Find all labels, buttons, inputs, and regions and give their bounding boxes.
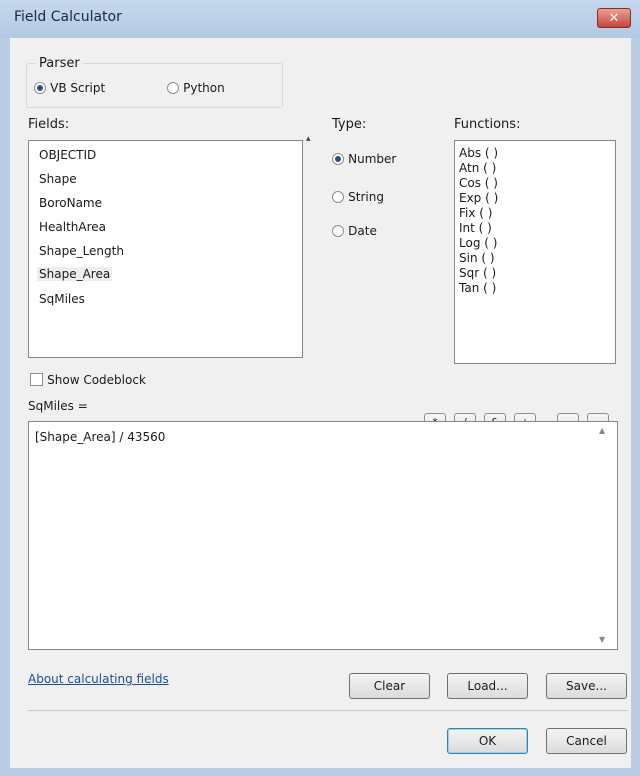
field-item[interactable]: BoroName — [39, 196, 102, 210]
python-radio[interactable] — [167, 82, 179, 94]
number-radio[interactable] — [332, 153, 344, 165]
separator — [28, 710, 628, 711]
type-label: Type: — [332, 117, 367, 132]
sort-marker-icon: ▴ — [306, 134, 311, 144]
about-calculating-fields-link[interactable]: About calculating fields — [28, 672, 169, 686]
expression-text: [Shape_Area] / 43560 — [35, 430, 166, 444]
field-item[interactable]: Shape_Length — [39, 244, 124, 258]
show-codeblock-option[interactable]: Show Codeblock — [30, 373, 146, 388]
type-string-option[interactable]: String — [332, 190, 384, 205]
date-label: Date — [348, 224, 377, 238]
dialog-body: Parser VB Script Python Fields: OBJECTID… — [10, 38, 631, 768]
scroll-up-icon[interactable]: ▲ — [599, 426, 605, 435]
type-date-option[interactable]: Date — [332, 224, 377, 239]
python-label: Python — [183, 81, 225, 95]
close-button[interactable]: ✕ — [597, 8, 631, 28]
ok-button[interactable]: OK — [447, 728, 528, 754]
vbscript-radio[interactable] — [34, 82, 46, 94]
fields-list[interactable]: OBJECTID Shape BoroName HealthArea Shape… — [28, 140, 303, 358]
field-item-selected[interactable]: Shape_Area — [37, 267, 113, 281]
field-item[interactable]: Shape — [39, 172, 77, 186]
expression-textbox[interactable]: [Shape_Area] / 43560 — [28, 421, 618, 650]
function-item[interactable]: Cos ( ) — [459, 176, 498, 190]
number-label: Number — [348, 152, 397, 166]
functions-label: Functions: — [454, 117, 521, 132]
expression-label: SqMiles = — [28, 399, 88, 413]
functions-list[interactable]: Abs ( ) Atn ( ) Cos ( ) Exp ( ) Fix ( ) … — [454, 140, 616, 364]
function-item[interactable]: Sqr ( ) — [459, 266, 496, 280]
function-item[interactable]: Exp ( ) — [459, 191, 498, 205]
field-item[interactable]: OBJECTID — [39, 148, 96, 162]
save-button[interactable]: Save... — [546, 673, 627, 699]
string-radio[interactable] — [332, 191, 344, 203]
field-calculator-dialog: Field Calculator ✕ Parser VB Script Pyth… — [0, 0, 640, 776]
scroll-down-icon[interactable]: ▼ — [599, 635, 605, 644]
title-bar[interactable]: Field Calculator ✕ — [0, 0, 640, 38]
fields-label: Fields: — [28, 117, 70, 132]
date-radio[interactable] — [332, 225, 344, 237]
function-item[interactable]: Log ( ) — [459, 236, 497, 250]
load-button[interactable]: Load... — [447, 673, 528, 699]
cancel-button[interactable]: Cancel — [546, 728, 627, 754]
clear-button[interactable]: Clear — [349, 673, 430, 699]
show-codeblock-label: Show Codeblock — [47, 373, 146, 387]
field-item[interactable]: SqMiles — [39, 292, 85, 306]
field-item[interactable]: HealthArea — [39, 220, 106, 234]
close-icon: ✕ — [608, 11, 620, 26]
type-number-option[interactable]: Number — [332, 152, 396, 167]
parser-vbscript-option[interactable]: VB Script — [34, 81, 105, 96]
function-item[interactable]: Atn ( ) — [459, 161, 496, 175]
vbscript-label: VB Script — [50, 81, 106, 95]
parser-legend: Parser — [36, 56, 83, 71]
function-item[interactable]: Abs ( ) — [459, 146, 498, 160]
function-item[interactable]: Sin ( ) — [459, 251, 495, 265]
function-item[interactable]: Fix ( ) — [459, 206, 492, 220]
show-codeblock-checkbox[interactable] — [30, 373, 43, 386]
parser-python-option[interactable]: Python — [167, 81, 225, 96]
function-item[interactable]: Tan ( ) — [459, 281, 496, 295]
string-label: String — [348, 190, 384, 204]
window-title: Field Calculator — [14, 9, 122, 25]
function-item[interactable]: Int ( ) — [459, 221, 492, 235]
